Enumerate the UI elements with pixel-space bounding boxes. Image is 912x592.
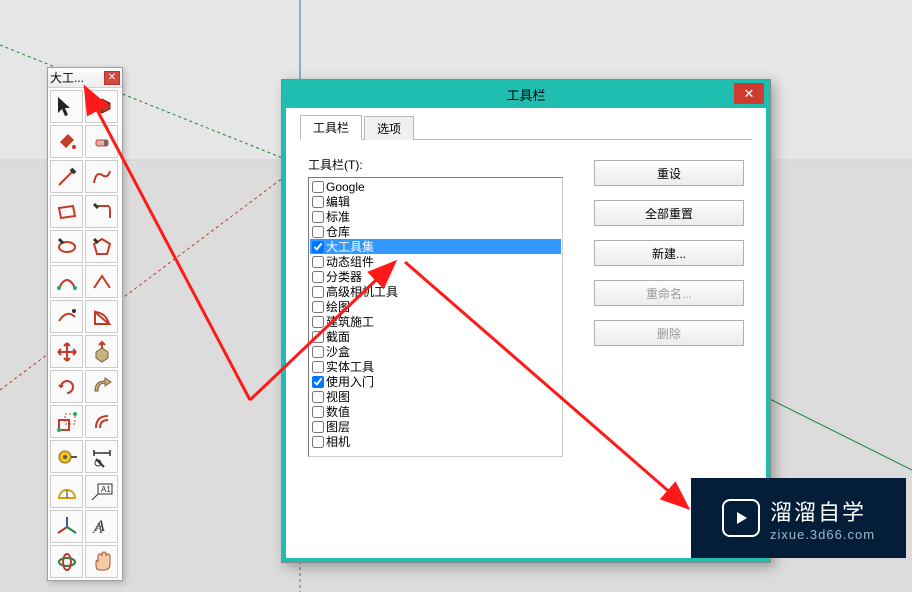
tool-grid: A1 AA xyxy=(48,88,122,580)
list-item-checkbox[interactable] xyxy=(312,286,324,298)
reset-button[interactable]: 重设 xyxy=(594,160,744,186)
list-item-checkbox[interactable] xyxy=(312,196,324,208)
axes-tool[interactable] xyxy=(50,510,83,543)
list-item-checkbox[interactable] xyxy=(312,331,324,343)
button-column: 重设 全部重置 新建... 重命名... 删除 xyxy=(593,156,744,457)
scale-tool[interactable] xyxy=(50,405,83,438)
delete-button[interactable]: 删除 xyxy=(594,320,744,346)
dialog-title-text: 工具栏 xyxy=(506,85,545,104)
list-item[interactable]: 编辑 xyxy=(310,194,561,209)
dimension-tool[interactable] xyxy=(85,440,118,473)
list-item-checkbox[interactable] xyxy=(312,241,324,253)
offset-tool[interactable] xyxy=(85,405,118,438)
text-tool[interactable]: A1 xyxy=(85,475,118,508)
play-icon xyxy=(722,499,760,537)
list-item-checkbox[interactable] xyxy=(312,226,324,238)
list-item[interactable]: 相机 xyxy=(310,434,561,449)
make-component-tool[interactable] xyxy=(85,90,118,123)
watermark: 溜溜自学 zixue.3d66.com xyxy=(691,478,906,558)
arc-tool[interactable] xyxy=(50,265,83,298)
close-icon: ✕ xyxy=(744,86,755,102)
dialog-titlebar[interactable]: 工具栏 ✕ xyxy=(282,80,770,108)
list-item-checkbox[interactable] xyxy=(312,361,324,373)
list-item[interactable]: 绘图 xyxy=(310,299,561,314)
pushpull-tool[interactable] xyxy=(85,335,118,368)
list-item[interactable]: 使用入门 xyxy=(310,374,561,389)
list-item[interactable]: 动态组件 xyxy=(310,254,561,269)
new-button[interactable]: 新建... xyxy=(594,240,744,266)
followme-tool[interactable] xyxy=(85,370,118,403)
rotate-tool[interactable] xyxy=(50,370,83,403)
3d-text-tool[interactable]: AA xyxy=(85,510,118,543)
list-area: 工具栏(T): Google编辑标准仓库大工具集动态组件分类器高级相机工具绘图建… xyxy=(308,156,563,457)
close-icon: ✕ xyxy=(108,72,116,83)
large-toolset-palette[interactable]: 大工... ✕ xyxy=(47,67,123,581)
watermark-sub: zixue.3d66.com xyxy=(770,527,875,542)
polygon-tool[interactable] xyxy=(85,230,118,263)
toolbars-list[interactable]: Google编辑标准仓库大工具集动态组件分类器高级相机工具绘图建筑施工截面沙盒实… xyxy=(308,177,563,457)
list-item-checkbox[interactable] xyxy=(312,301,324,313)
list-item[interactable]: 数值 xyxy=(310,404,561,419)
tape-measure-tool[interactable] xyxy=(50,440,83,473)
list-item[interactable]: 沙盒 xyxy=(310,344,561,359)
toolbar-titlebar[interactable]: 大工... ✕ xyxy=(48,68,122,88)
3pt-arc-tool[interactable] xyxy=(50,300,83,333)
toolbar-title-text: 大工... xyxy=(50,69,84,86)
list-item[interactable]: 视图 xyxy=(310,389,561,404)
list-item-checkbox[interactable] xyxy=(312,406,324,418)
watermark-main: 溜溜自学 xyxy=(770,495,866,527)
list-item[interactable]: 实体工具 xyxy=(310,359,561,374)
list-item-label: 相机 xyxy=(326,433,350,450)
list-item[interactable]: 标准 xyxy=(310,209,561,224)
list-item[interactable]: 建筑施工 xyxy=(310,314,561,329)
pan-tool[interactable] xyxy=(85,545,118,578)
list-item-checkbox[interactable] xyxy=(312,346,324,358)
dialog-close-button[interactable]: ✕ xyxy=(734,83,764,104)
list-label: 工具栏(T): xyxy=(308,156,563,173)
tab-toolbars[interactable]: 工具栏 xyxy=(300,115,362,140)
list-item-checkbox[interactable] xyxy=(312,421,324,433)
freehand-tool[interactable] xyxy=(85,160,118,193)
svg-text:A1: A1 xyxy=(101,485,111,494)
select-tool[interactable] xyxy=(50,90,83,123)
list-item-checkbox[interactable] xyxy=(312,181,324,193)
list-item-checkbox[interactable] xyxy=(312,376,324,388)
list-item[interactable]: 分类器 xyxy=(310,269,561,284)
move-tool[interactable] xyxy=(50,335,83,368)
list-item-checkbox[interactable] xyxy=(312,271,324,283)
rotated-rectangle-tool[interactable] xyxy=(85,195,118,228)
list-item[interactable]: 高级相机工具 xyxy=(310,284,561,299)
list-item-checkbox[interactable] xyxy=(312,256,324,268)
protractor-tool[interactable] xyxy=(50,475,83,508)
list-item[interactable]: 截面 xyxy=(310,329,561,344)
list-item-checkbox[interactable] xyxy=(312,391,324,403)
list-item[interactable]: 图层 xyxy=(310,419,561,434)
rename-button[interactable]: 重命名... xyxy=(594,280,744,306)
rectangle-tool[interactable] xyxy=(50,195,83,228)
list-item-checkbox[interactable] xyxy=(312,211,324,223)
pie-tool[interactable] xyxy=(85,300,118,333)
list-item[interactable]: 仓库 xyxy=(310,224,561,239)
svg-text:A: A xyxy=(94,518,105,535)
eraser-tool[interactable] xyxy=(85,125,118,158)
list-item-checkbox[interactable] xyxy=(312,436,324,448)
circle-tool[interactable] xyxy=(50,230,83,263)
list-item-checkbox[interactable] xyxy=(312,316,324,328)
list-item-label: Google xyxy=(326,180,365,194)
line-tool[interactable] xyxy=(50,160,83,193)
list-item[interactable]: 大工具集 xyxy=(310,239,561,254)
orbit-tool[interactable] xyxy=(50,545,83,578)
2pt-arc-tool[interactable] xyxy=(85,265,118,298)
toolbar-close-button[interactable]: ✕ xyxy=(104,71,120,85)
reset-all-button[interactable]: 全部重置 xyxy=(594,200,744,226)
paint-bucket-tool[interactable] xyxy=(50,125,83,158)
tab-strip: 工具栏 选项 xyxy=(300,118,752,140)
tab-options[interactable]: 选项 xyxy=(364,116,414,140)
list-item[interactable]: Google xyxy=(310,179,561,194)
toolbars-panel: 工具栏(T): Google编辑标准仓库大工具集动态组件分类器高级相机工具绘图建… xyxy=(300,140,752,465)
